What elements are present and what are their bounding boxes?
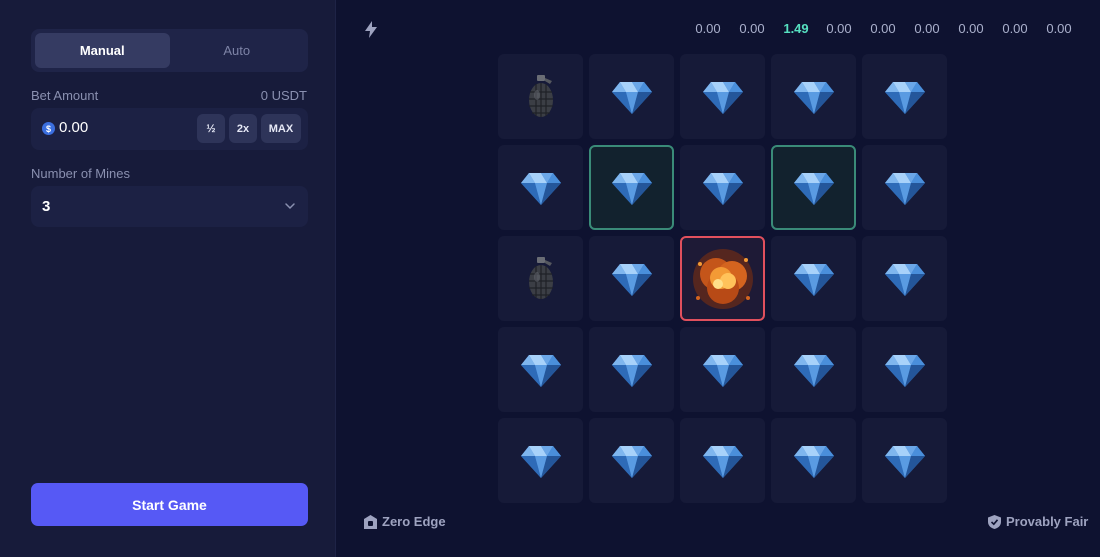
mines-select[interactable]: 3 [31,186,308,227]
gem-icon [793,444,834,478]
picked-gem-tile[interactable] [589,145,674,230]
gem-tile[interactable] [680,327,765,412]
max-bet-button[interactable]: MAX [261,114,301,143]
gem-tile[interactable] [680,54,765,139]
gem-tile[interactable] [589,236,674,321]
gem-tile[interactable] [589,54,674,139]
gem-icon [611,353,652,387]
gem-icon [793,262,834,296]
provably-fair-link[interactable]: Provably Fair [988,514,1088,529]
multiplier-value: 0.00 [1002,21,1028,36]
gem-icon [884,262,925,296]
gem-icon [702,80,743,114]
multiplier-value: 0.00 [870,21,896,36]
gem-icon [884,80,925,114]
half-bet-button[interactable]: ½ [197,114,225,143]
gem-tile[interactable] [771,327,856,412]
gem-tile[interactable] [862,327,947,412]
gem-tile[interactable] [771,418,856,503]
start-game-button[interactable]: Start Game [31,483,308,526]
dollar-coin-icon: $ [42,122,55,135]
bet-amount-input[interactable] [59,119,179,136]
gem-tile[interactable] [862,418,947,503]
gem-icon [611,80,652,114]
multiplier-value: 0.00 [739,21,765,36]
multiplier-value: 0.00 [914,21,940,36]
provably-fair-label: Provably Fair [1006,514,1089,529]
double-bet-button[interactable]: 2x [229,114,257,143]
picked-gem-tile[interactable] [771,145,856,230]
zero-edge-link[interactable]: Zero Edge [364,514,446,529]
mine-tile[interactable] [498,54,583,139]
shield-check-icon [988,514,1001,529]
gem-icon [520,171,561,205]
exploded-tile[interactable] [680,236,765,321]
gem-icon [611,262,652,296]
mines-label: Number of Mines [31,166,130,181]
gem-icon [611,171,652,205]
gem-icon [702,353,743,387]
multiplier-value: 0.00 [1046,21,1072,36]
gem-tile[interactable] [862,145,947,230]
gem-tile[interactable] [771,236,856,321]
bet-panel: Manual Auto Bet Amount 0 USDT $ ½ 2x MAX… [0,0,336,557]
multiplier-value: 0.00 [826,21,852,36]
gem-tile[interactable] [498,327,583,412]
gem-icon [884,444,925,478]
gem-icon [793,171,834,205]
gem-tile[interactable] [680,145,765,230]
mines-value: 3 [42,198,51,215]
grenade-icon [527,256,555,301]
multiplier-value: 0.00 [695,21,721,36]
gem-icon [793,80,834,114]
gem-icon [884,171,925,205]
balance-label: 0 USDT [260,88,307,103]
chevron-down-icon [285,203,295,210]
gem-icon [702,444,743,478]
gem-icon [520,444,561,478]
gem-icon [793,353,834,387]
gem-icon [884,353,925,387]
mines-board [498,54,947,503]
gem-icon [611,444,652,478]
bet-amount-label: Bet Amount [31,88,99,103]
gem-tile[interactable] [862,236,947,321]
house-shield-icon [364,514,377,529]
multiplier-value: 0.00 [958,21,984,36]
zero-edge-label: Zero Edge [382,514,446,529]
grenade-icon [527,74,555,119]
gem-tile[interactable] [771,54,856,139]
mode-toggle: Manual Auto [31,29,308,72]
explosion-icon [688,244,758,314]
gem-tile[interactable] [498,418,583,503]
multiplier-value: 1.49 [783,21,809,36]
gem-tile[interactable] [589,418,674,503]
lightning-icon[interactable] [364,21,378,38]
gem-icon [520,353,561,387]
gem-tile[interactable] [589,327,674,412]
gem-tile[interactable] [862,54,947,139]
bet-amount-field: $ ½ 2x MAX [31,108,308,150]
mine-tile[interactable] [498,236,583,321]
tab-auto[interactable]: Auto [170,33,305,68]
gem-tile[interactable] [680,418,765,503]
gem-icon [702,171,743,205]
gem-tile[interactable] [498,145,583,230]
tab-manual[interactable]: Manual [35,33,170,68]
